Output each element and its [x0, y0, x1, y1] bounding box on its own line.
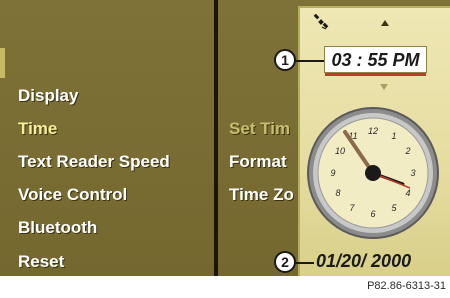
callout-1: 1 [274, 49, 296, 71]
numeral-12: 12 [368, 126, 378, 136]
callout-2-leader [294, 262, 314, 264]
numeral-1: 1 [391, 131, 396, 141]
arrow-down-icon[interactable] [380, 84, 388, 90]
numeral-8: 8 [335, 188, 340, 198]
satellite-icon [313, 14, 329, 30]
numeral-2: 2 [404, 146, 410, 156]
callout-1-leader [294, 60, 324, 62]
submenu-item-set-time[interactable]: Set Tim [229, 119, 290, 139]
analog-clock: 12 1 2 3 4 5 6 7 8 9 10 11 [307, 107, 439, 239]
time-field[interactable]: 03 : 55 PM [324, 46, 427, 76]
numeral-6: 6 [370, 209, 375, 219]
date-value[interactable]: 01/20/ 2000 [316, 251, 411, 272]
clock-center [365, 165, 381, 181]
numeral-9: 9 [330, 168, 335, 178]
callout-2: 2 [274, 251, 296, 273]
time-cursor-underline [325, 73, 426, 76]
arrow-up-icon[interactable] [381, 20, 389, 26]
numeral-10: 10 [335, 146, 345, 156]
numeral-3: 3 [410, 168, 415, 178]
menu-item-time[interactable]: Time [18, 119, 57, 139]
menu-item-text-reader-speed[interactable]: Text Reader Speed [18, 152, 170, 172]
menu-item-display[interactable]: Display [18, 86, 78, 106]
comand-screen: Display Time Text Reader Speed Voice Con… [0, 0, 450, 276]
submenu-item-time-zone[interactable]: Time Zo [229, 185, 294, 205]
left-edge-indicator [0, 48, 5, 78]
menu-item-voice-control[interactable]: Voice Control [18, 185, 127, 205]
time-value: 03 : 55 PM [331, 50, 420, 70]
menu-item-bluetooth[interactable]: Bluetooth [18, 218, 97, 238]
menu-item-reset[interactable]: Reset [18, 252, 64, 272]
numeral-4: 4 [405, 188, 410, 198]
figure-caption: P82.86-6313-31 [367, 280, 446, 292]
submenu-item-format[interactable]: Format [229, 152, 287, 172]
